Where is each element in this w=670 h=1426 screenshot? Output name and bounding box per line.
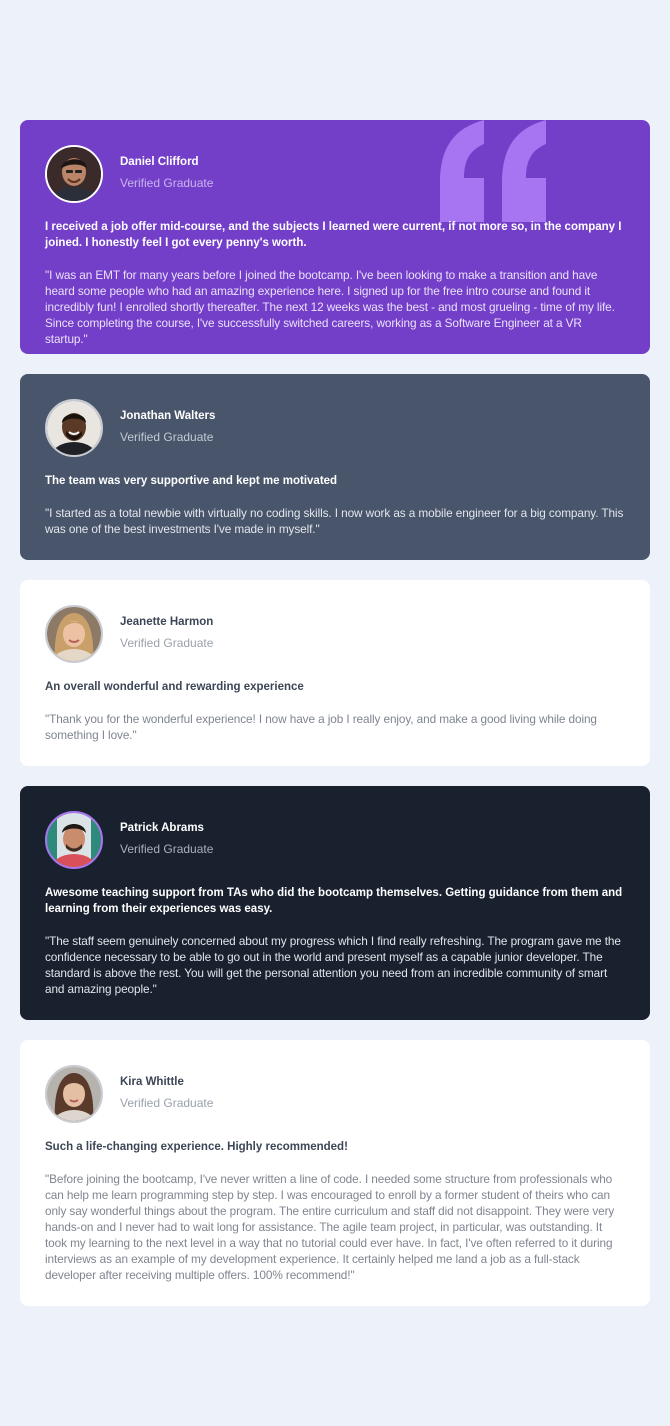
testimonial-headline: The team was very supportive and kept me… (45, 475, 338, 487)
testimonial-body: "The staff seem genuinely concerned abou… (45, 934, 621, 996)
testimonial-body: "I was an EMT for many years before I jo… (45, 268, 615, 346)
testimonial-headline: An overall wonderful and rewarding exper… (45, 681, 304, 693)
testimonial-card-patrick: Patrick Abrams Verified Graduate Awesome… (20, 786, 650, 1020)
author-role: Verified Graduate (120, 841, 214, 856)
testimonial-header: Patrick Abrams Verified Graduate (45, 811, 625, 869)
testimonial-header: Jonathan Walters Verified Graduate (45, 399, 625, 457)
author-name: Kira Whittle (120, 1075, 184, 1088)
author-name: Patrick Abrams (120, 821, 204, 834)
testimonial-header: Daniel Clifford Verified Graduate (45, 145, 625, 203)
author-name: Daniel Clifford (120, 155, 199, 168)
author-role: Verified Graduate (120, 429, 214, 444)
author-name: Jeanette Harmon (120, 615, 214, 628)
avatar (45, 605, 103, 663)
author-name: Jonathan Walters (120, 409, 216, 422)
testimonial-header: Jeanette Harmon Verified Graduate (45, 605, 625, 663)
avatar (45, 1065, 103, 1123)
testimonial-body: "Thank you for the wonderful experience!… (45, 712, 597, 742)
author-role: Verified Graduate (120, 635, 214, 650)
testimonial-card-jeanette: Jeanette Harmon Verified Graduate An ove… (20, 580, 650, 766)
testimonial-body: "I started as a total newbie with virtua… (45, 506, 624, 536)
author-role: Verified Graduate (120, 1095, 214, 1110)
testimonial-headline: I received a job offer mid-course, and t… (45, 221, 622, 249)
avatar (45, 399, 103, 457)
testimonial-card-daniel: Daniel Clifford Verified Graduate I rece… (20, 120, 650, 354)
testimonial-card-kira: Kira Whittle Verified Graduate Such a li… (20, 1040, 650, 1306)
testimonial-headline: Awesome teaching support from TAs who di… (45, 887, 623, 915)
avatar (45, 145, 103, 203)
testimonial-headline: Such a life-changing experience. Highly … (45, 1141, 348, 1153)
testimonial-body: "Before joining the bootcamp, I've never… (45, 1172, 615, 1282)
testimonial-card-jonathan: Jonathan Walters Verified Graduate The t… (20, 374, 650, 560)
avatar (45, 811, 103, 869)
author-role: Verified Graduate (120, 175, 214, 190)
testimonial-header: Kira Whittle Verified Graduate (45, 1065, 625, 1123)
testimonials-grid: Daniel Clifford Verified Graduate I rece… (20, 120, 650, 1326)
